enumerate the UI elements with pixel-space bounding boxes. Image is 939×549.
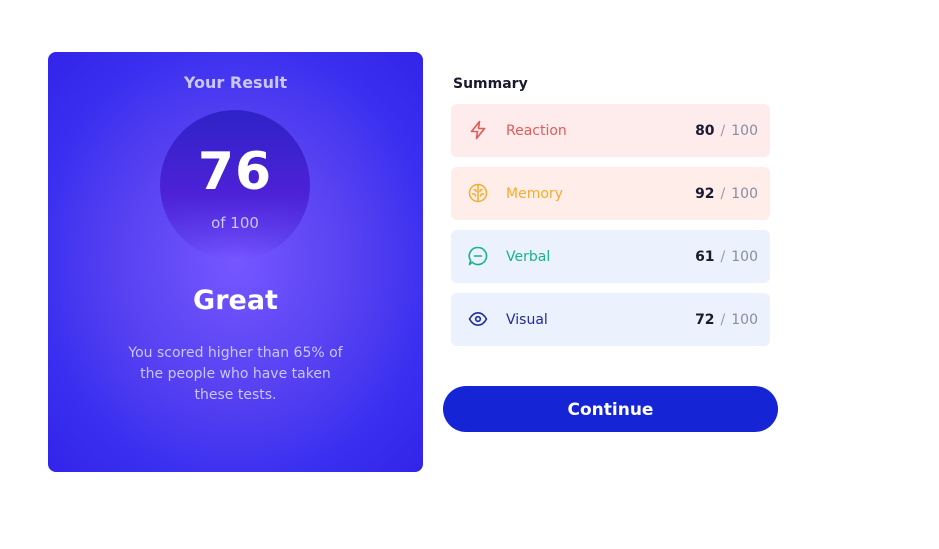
summary-item-label: Verbal	[506, 249, 551, 265]
score-circle: 76 of 100	[160, 110, 310, 260]
summary-item-label: Memory	[506, 186, 563, 202]
score-separator: /	[720, 249, 726, 265]
score-max: 100	[731, 123, 758, 139]
summary-list: Reaction 80 / 100 Memory 92 / 100 Verbal 6…	[451, 104, 770, 356]
result-description: You scored higher than 65% of the people…	[128, 345, 343, 403]
summary-item-memory: Memory 92 / 100	[451, 167, 770, 220]
summary-item-label: Visual	[506, 312, 548, 328]
result-card: Your Result 76 of 100 Great You scored h…	[48, 52, 423, 472]
score-number: 72	[695, 312, 715, 328]
score-of-total: of 100	[211, 214, 259, 232]
score-separator: /	[720, 312, 726, 328]
score-separator: /	[720, 186, 726, 202]
summary-item-score: 72 / 100	[695, 310, 758, 330]
brain-icon	[468, 183, 488, 203]
continue-button[interactable]: Continue	[443, 386, 778, 432]
summary-item-score: 92 / 100	[695, 184, 758, 204]
summary-title: Summary	[453, 76, 528, 92]
summary-item-reaction: Reaction 80 / 100	[451, 104, 770, 157]
summary-item-label: Reaction	[506, 123, 567, 139]
eye-icon	[468, 309, 488, 329]
chat-icon	[468, 246, 488, 266]
results-page: Your Result 76 of 100 Great You scored h…	[0, 0, 939, 549]
summary-item-verbal: Verbal 61 / 100	[451, 230, 770, 283]
score-separator: /	[720, 123, 726, 139]
score-max: 100	[731, 186, 758, 202]
score-max: 100	[731, 312, 758, 328]
lightning-icon	[468, 120, 488, 140]
summary-item-score: 61 / 100	[695, 247, 758, 267]
score-max: 100	[731, 249, 758, 265]
summary-panel: Summary Reaction 80 / 100 Memory 92 / 100 …	[451, 74, 770, 346]
result-title: Your Result	[183, 73, 288, 92]
score-value: 76	[197, 142, 273, 202]
summary-item-score: 80 / 100	[695, 121, 758, 141]
grade-label: Great	[193, 285, 278, 316]
summary-item-visual: Visual 72 / 100	[451, 293, 770, 346]
score-number: 61	[695, 249, 715, 265]
score-number: 80	[695, 123, 715, 139]
score-number: 92	[695, 186, 715, 202]
